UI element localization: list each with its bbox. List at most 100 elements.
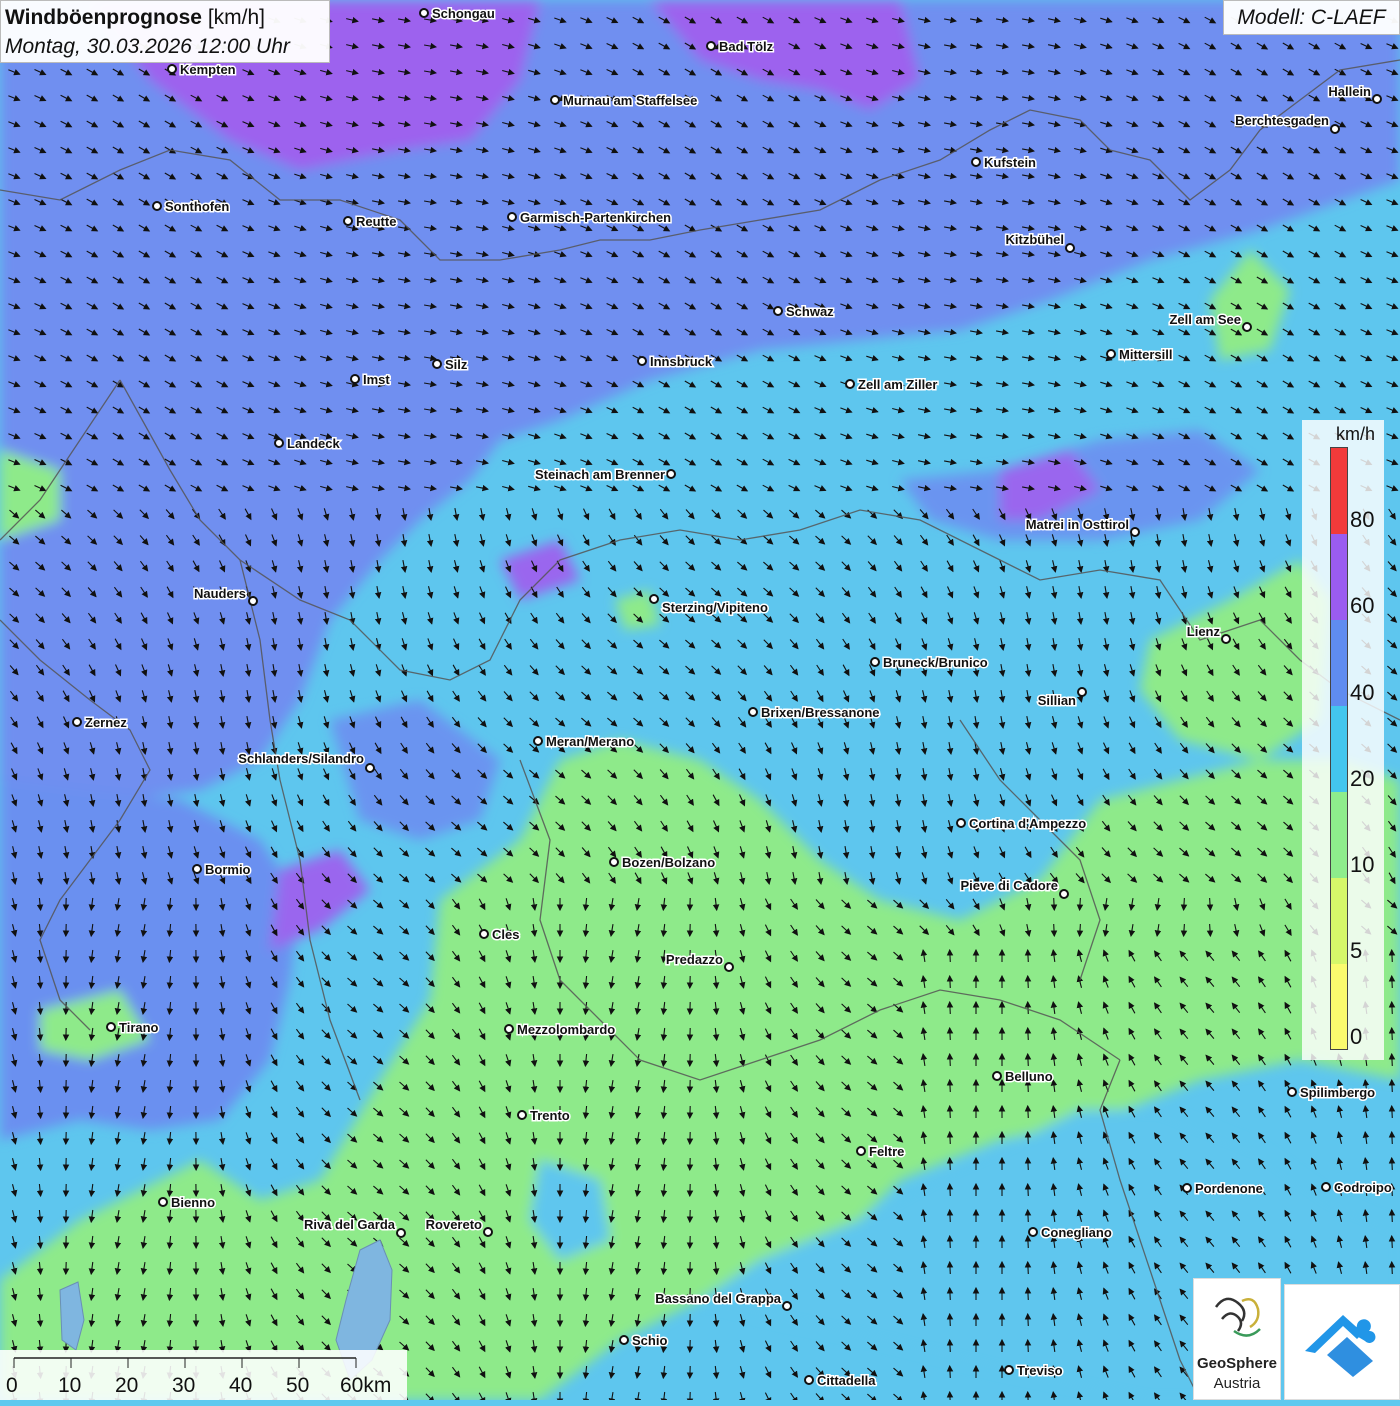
city-label: Hallein — [1328, 84, 1371, 99]
legend-label-20: 20 — [1350, 766, 1374, 792]
city-dot — [159, 1198, 167, 1206]
city-marker[interactable]: Spilimbergo — [1288, 1085, 1375, 1100]
city-marker[interactable]: Steinach am Brenner — [535, 467, 675, 482]
wind-arrow — [950, 1184, 951, 1196]
wind-arrow — [1028, 1236, 1029, 1248]
legend-band-40-60 — [1331, 620, 1347, 706]
scale-bar-graphic: 0 10 20 30 40 50 60km — [0, 1350, 407, 1400]
city-dot — [1222, 635, 1230, 643]
city-label: Bienno — [171, 1195, 215, 1210]
city-label: Zell am Ziller — [858, 377, 937, 392]
wind-arrow — [950, 1210, 951, 1222]
city-marker[interactable]: Brixen/Bressanone — [749, 705, 880, 720]
wind-arrow — [1028, 1054, 1029, 1066]
wind-arrow — [950, 1002, 951, 1014]
city-dot — [871, 658, 879, 666]
wind-arrow — [1028, 976, 1029, 988]
city-marker[interactable]: Bozen/Bolzano — [610, 855, 715, 870]
city-label: Mittersill — [1119, 347, 1172, 362]
scale-tick-0: 0 — [6, 1374, 18, 1397]
city-marker[interactable]: Bruneck/Brunico — [871, 655, 988, 670]
wind-arrow — [1392, 1002, 1393, 1014]
city-label: Bad Tölz — [719, 39, 774, 54]
city-label: Bruneck/Brunico — [883, 655, 988, 670]
wind-arrow — [1028, 950, 1029, 962]
wind-arrow — [1028, 1210, 1029, 1222]
forecast-datetime: Montag, 30.03.2026 12:00 Uhr — [5, 32, 325, 61]
city-marker[interactable]: Schongau — [420, 6, 495, 21]
city-marker[interactable]: Mezzolombardo — [505, 1022, 615, 1037]
city-label: Bozen/Bolzano — [622, 855, 715, 870]
city-dot — [73, 718, 81, 726]
city-label: Sillian — [1038, 693, 1076, 708]
city-dot — [351, 375, 359, 383]
legend-label-5: 5 — [1350, 938, 1362, 964]
city-dot — [534, 737, 542, 745]
city-dot — [1331, 125, 1339, 133]
legend-band-0-5 — [1331, 964, 1347, 1049]
city-label: Predazzo — [666, 952, 723, 967]
legend-label-60: 60 — [1350, 593, 1374, 619]
legend-label-10: 10 — [1350, 852, 1374, 878]
city-label: Rovereto — [426, 1217, 482, 1232]
legend-label-40: 40 — [1350, 680, 1374, 706]
city-marker[interactable]: Meran/Merano — [534, 734, 634, 749]
city-marker[interactable]: Innsbruck — [638, 354, 713, 369]
city-dot — [638, 357, 646, 365]
scale-tick-10: 10 — [58, 1374, 81, 1397]
city-dot — [508, 213, 516, 221]
model-label: Modell: C-LAEF — [1223, 0, 1400, 35]
geosphere-logo[interactable]: GeoSphere Austria — [1193, 1278, 1281, 1400]
city-label: Trento — [530, 1108, 570, 1123]
weather-app-badge[interactable] — [1284, 1284, 1400, 1400]
wind-arrow — [1054, 924, 1055, 936]
city-dot — [1322, 1183, 1330, 1191]
legend-label-80: 80 — [1350, 507, 1374, 533]
scale-tick-40: 40 — [229, 1374, 252, 1397]
city-label: Sterzing/Vipiteno — [662, 600, 768, 615]
city-dot — [1183, 1184, 1191, 1192]
wind-arrow — [1054, 898, 1055, 910]
city-dot — [805, 1376, 813, 1384]
city-dot — [1005, 1366, 1013, 1374]
city-label: Steinach am Brenner — [535, 467, 665, 482]
city-marker[interactable]: Pordenone — [1183, 1181, 1263, 1196]
city-dot — [397, 1229, 405, 1237]
legend-unit: km/h — [1336, 424, 1375, 445]
city-marker[interactable]: Conegliano — [1029, 1225, 1112, 1240]
city-label: Schio — [632, 1333, 667, 1348]
city-dot — [551, 96, 559, 104]
wind-arrow — [950, 976, 951, 988]
city-label: Schwaz — [786, 304, 834, 319]
city-label: Cortina d'Ampezzo — [969, 816, 1086, 831]
city-label: Kempten — [180, 62, 236, 77]
wind-arrow — [1028, 1262, 1029, 1274]
city-marker[interactable]: Garmisch-Partenkirchen — [508, 210, 671, 225]
wind-arrow — [950, 1340, 951, 1352]
city-marker[interactable]: Cortina d'Ampezzo — [957, 816, 1086, 831]
wind-arrow — [1392, 1210, 1393, 1222]
logo-name: GeoSphere — [1194, 1355, 1280, 1372]
city-dot — [153, 202, 161, 210]
city-dot — [420, 9, 428, 17]
city-label: Reutte — [356, 214, 396, 229]
city-marker[interactable]: Sonthofen — [153, 199, 229, 214]
wind-arrow — [1028, 1340, 1029, 1352]
city-dot — [1373, 95, 1381, 103]
city-marker[interactable]: Murnau am Staffelsee — [551, 93, 697, 108]
city-dot — [667, 470, 675, 478]
city-label: Landeck — [287, 436, 341, 451]
city-marker[interactable]: Zell am Ziller — [846, 377, 937, 392]
wind-arrow — [1392, 1080, 1393, 1092]
wind-arrow — [1392, 950, 1393, 962]
city-label: Belluno — [1005, 1069, 1053, 1084]
wind-gust-map[interactable]: Schongau Kempten Bad Tölz Murnau am Staffel… — [0, 0, 1400, 1400]
city-dot — [650, 595, 658, 603]
wind-arrow — [950, 1288, 951, 1300]
scale-tick-50: 50 — [286, 1374, 309, 1397]
city-dot — [344, 217, 352, 225]
scale-tick-60km: 60km — [340, 1374, 391, 1397]
legend-band-10-20 — [1331, 792, 1347, 878]
city-dot — [193, 865, 201, 873]
wind-arrow — [950, 1054, 951, 1066]
